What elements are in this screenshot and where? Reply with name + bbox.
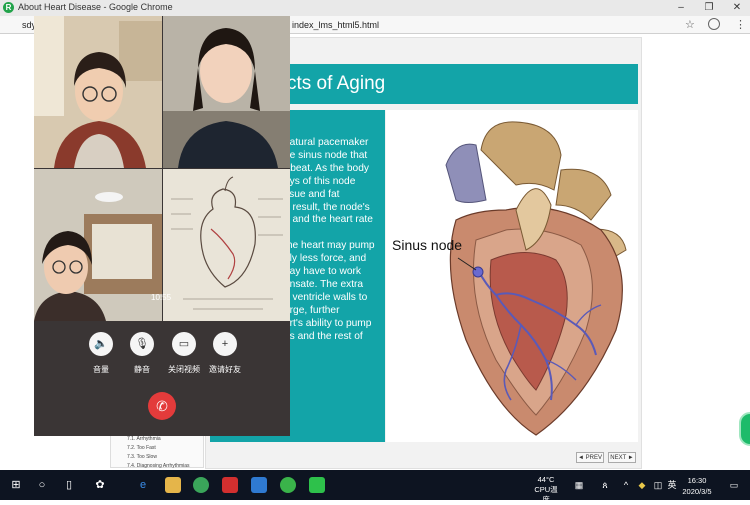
file-explorer-icon[interactable]	[165, 477, 181, 493]
video-tile-participant-2[interactable]	[163, 16, 290, 168]
participant-video	[163, 16, 290, 168]
participant-video	[34, 169, 162, 321]
participant-video	[34, 16, 162, 168]
cpu-temp-value: 44°C	[537, 475, 555, 484]
app-blue-icon[interactable]	[251, 477, 267, 493]
system-clock[interactable]: 16:30 2020/3/5	[679, 475, 715, 497]
video-camera-icon[interactable]: ▭	[172, 332, 196, 356]
app-logo-icon: R	[3, 2, 14, 13]
notification-icon[interactable]: ▭	[726, 477, 742, 493]
menu-dots-icon[interactable]: ⋮	[735, 18, 746, 31]
slide-text-line: e ventricle walls to	[284, 291, 368, 303]
slide-text-line: he sinus node that	[284, 149, 368, 161]
slide-text-line: ensate. The extra	[284, 278, 364, 290]
slide-text-line: natural pacemaker	[284, 137, 369, 148]
hangup-button[interactable]: ✆	[148, 392, 176, 420]
clock-date: 2020/3/5	[682, 487, 712, 496]
floating-assistant-button[interactable]	[739, 412, 750, 446]
clock-time: 16:30	[687, 476, 707, 485]
wechat-icon[interactable]	[309, 477, 325, 493]
video-tile-participant-3[interactable]	[34, 169, 162, 321]
video-tile-participant-1[interactable]	[34, 16, 162, 168]
window-title: About Heart Disease - Google Chrome	[18, 2, 173, 12]
task-view-icon[interactable]: ▯	[61, 477, 77, 493]
people-icon[interactable]: ጰ	[597, 477, 613, 493]
cpu-temp-label: CPU温度	[534, 485, 558, 504]
minimize-icon[interactable]: –	[668, 0, 694, 16]
phone-hangup-icon: ✆	[156, 398, 168, 414]
slide-text-line: arge, further	[284, 304, 340, 316]
chevron-up-icon[interactable]: ^	[618, 477, 634, 493]
slide-text-line: ssue and fat	[284, 188, 340, 200]
pinwheel-app-icon[interactable]: ✿	[92, 477, 108, 493]
slide-body-text: natural pacemaker he sinus node that rtbea…	[284, 137, 382, 343]
next-button[interactable]: NEXT ►	[608, 452, 636, 463]
microphone-icon[interactable]: 🎙	[130, 332, 154, 356]
profile-icon[interactable]	[708, 18, 720, 30]
slide-text-line: ely less force, and	[284, 253, 367, 265]
cpu-temperature: 44°C CPU温度	[531, 475, 561, 505]
heart-anatomy-image	[445, 121, 627, 436]
add-person-icon[interactable]: +	[213, 332, 237, 356]
slide-text-line: e and the heart rate	[284, 214, 373, 226]
close-icon[interactable]: ✕	[724, 0, 750, 16]
edge-browser-icon[interactable]: e	[135, 477, 151, 493]
keyboard-icon[interactable]: ▦	[571, 477, 587, 493]
slide-text-line: gs and the rest of	[284, 330, 363, 342]
slide-text-line: nay have to work	[284, 266, 362, 278]
call-duration: 10:55	[151, 293, 172, 302]
prev-button[interactable]: ◄ PREV	[576, 452, 604, 463]
slide-title: cts of Aging	[287, 73, 386, 94]
address-bar-url[interactable]: index_lms_html5.html	[292, 20, 379, 30]
list-item[interactable]: 7.3. Too Slow	[127, 454, 157, 460]
list-item[interactable]: 7.1. Arrhythmia	[127, 436, 161, 442]
slide-text-line: rtbeat. As the body	[284, 162, 369, 174]
security-icon[interactable]: ◆	[634, 477, 650, 493]
chrome-icon[interactable]	[193, 477, 209, 493]
app-red-icon[interactable]	[222, 477, 238, 493]
slide-text-line: ays of this node	[284, 175, 356, 187]
sinus-node-label: Sinus node	[392, 237, 463, 253]
windows-start-icon[interactable]: ⊞	[8, 477, 24, 493]
table-of-contents[interactable]: 7.1. Arrhythmia 7.2. Too Fast 7.3. Too S…	[110, 434, 204, 469]
participant-video	[163, 169, 290, 321]
bookmark-star-icon[interactable]: ☆	[685, 18, 695, 31]
invite-button-label: 邀请好友	[209, 365, 241, 374]
slide-text-line	[284, 227, 382, 240]
restore-icon[interactable]: ❐	[696, 0, 722, 16]
list-item[interactable]: 7.2. Too Fast	[127, 445, 156, 451]
video-tile-participant-4[interactable]	[163, 169, 290, 321]
speaker-icon[interactable]: 🔈	[89, 332, 113, 356]
slide-text-line: a result, the node's	[284, 201, 370, 213]
heart-illustration	[386, 110, 638, 442]
slide-text-line: art's ability to pump	[284, 317, 372, 329]
slide-text-line: the heart may pump	[284, 240, 375, 252]
search-icon[interactable]: ○	[34, 477, 50, 493]
list-item[interactable]: 7.4. Diagnosing Arrhythmias	[127, 463, 190, 469]
ime-indicator[interactable]: 英	[664, 477, 680, 493]
app-green-icon[interactable]	[280, 477, 296, 493]
